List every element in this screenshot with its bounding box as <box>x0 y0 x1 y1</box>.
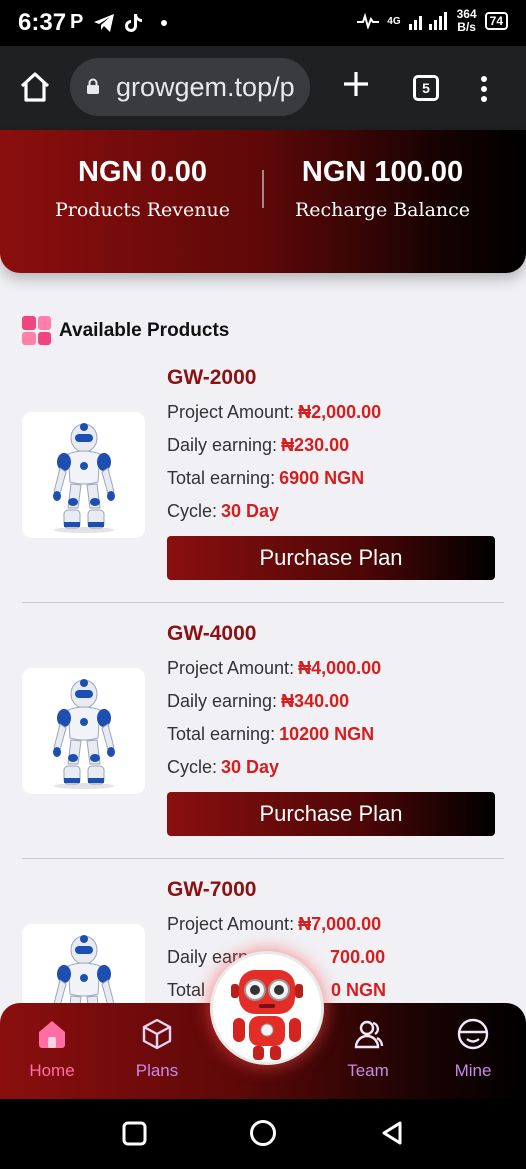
robot-image <box>52 422 116 534</box>
recharge-balance-value: NGN 100.00 <box>301 156 464 188</box>
cycle-label: Cycle: <box>167 757 218 777</box>
product-image <box>22 668 145 794</box>
project-amount-line: Project Amount: ₦2,000.00 <box>167 396 497 429</box>
daily-earning-label: Daily earning: <box>167 691 278 711</box>
daily-earning-line: Daily earn 700.00 <box>167 941 497 974</box>
daily-earning-line: Daily earning: ₦340.00 <box>167 685 497 718</box>
home-circle-icon[interactable] <box>249 1119 277 1147</box>
daily-earning-value: ₦230.00 <box>281 435 350 455</box>
status-time: 6:37 <box>18 9 67 36</box>
robot-center-button[interactable] <box>210 951 324 1065</box>
telegram-icon <box>94 13 115 32</box>
project-amount-label: Project Amount: <box>167 658 295 678</box>
nav-home[interactable]: Home <box>12 1017 92 1081</box>
product-card: GW-4000 Project Amount: ₦4,000.00 Daily e… <box>22 622 504 878</box>
cycle-value: 30 Day <box>221 501 280 521</box>
cube-icon <box>142 1018 172 1050</box>
address-bar[interactable]: growgem.top/p <box>70 58 310 116</box>
status-bar: 6:37 P 4G 364 B/s 74 <box>0 0 526 46</box>
product-name: GW-2000 <box>167 366 257 389</box>
total-earning-value: 0 NGN <box>331 980 387 1000</box>
tab-switcher-button[interactable]: 5 <box>413 75 439 101</box>
home-icon[interactable] <box>18 70 52 104</box>
nav-home-label: Home <box>29 1061 75 1080</box>
project-amount-label: Project Amount: <box>167 402 295 422</box>
p-notification-icon: P <box>70 11 84 33</box>
status-right: 4G 364 B/s 74 <box>357 8 508 34</box>
cycle-value: 30 Day <box>221 757 280 777</box>
red-robot-icon <box>231 970 303 1060</box>
project-amount-value: ₦7,000.00 <box>298 914 382 934</box>
lock-icon <box>87 78 99 94</box>
net-speed: 364 B/s <box>457 8 477 34</box>
product-name: GW-7000 <box>167 878 257 901</box>
nav-mine[interactable]: Mine <box>433 1017 513 1081</box>
nav-plans-label: Plans <box>135 1061 179 1080</box>
product-name: GW-4000 <box>167 622 257 645</box>
recharge-balance-label: Recharge Balance <box>294 199 471 221</box>
daily-earning-line: Daily earning: ₦230.00 <box>167 429 497 462</box>
more-menu-icon[interactable] <box>476 74 492 104</box>
product-info: GW-2000 Project Amount: ₦2,000.00 Daily e… <box>167 366 497 528</box>
cycle-line: Cycle: 30 Day <box>167 751 497 784</box>
total-earning-label: Total earning: <box>167 724 276 744</box>
product-info: GW-4000 Project Amount: ₦4,000.00 Daily e… <box>167 622 497 784</box>
cycle-label: Cycle: <box>167 501 218 521</box>
total-earning-label: Total <box>167 980 206 1000</box>
new-tab-icon[interactable] <box>340 68 372 100</box>
net-speed-unit: B/s <box>457 20 476 34</box>
product-card: GW-2000 Project Amount: ₦2,000.00 Daily e… <box>22 366 504 622</box>
robot-image <box>52 678 116 790</box>
daily-earning-value: ₦340.00 <box>281 691 350 711</box>
tiktok-icon <box>125 13 143 32</box>
daily-earning-value: 700.00 <box>330 947 386 967</box>
project-amount-line: Project Amount: ₦4,000.00 <box>167 652 497 685</box>
total-earning-value: 6900 NGN <box>279 468 365 488</box>
total-earning-line: Total earning: 10200 NGN <box>167 718 497 751</box>
browser-toolbar: growgem.top/p 5 <box>0 46 526 130</box>
total-earning-line: Total earning: 6900 NGN <box>167 462 497 495</box>
products-revenue-label: Products Revenue <box>54 199 231 221</box>
url-text: growgem.top/p <box>116 72 295 102</box>
section-header: Available Products <box>22 316 229 345</box>
nav-plans[interactable]: Plans <box>117 1017 197 1081</box>
stat-divider <box>262 170 264 208</box>
network-type: 4G <box>387 15 401 27</box>
balance-header: NGN 0.00 Products Revenue NGN 100.00 Rec… <box>0 130 526 273</box>
recents-icon[interactable] <box>122 1121 147 1146</box>
project-amount-value: ₦2,000.00 <box>298 402 382 422</box>
section-title: Available Products <box>59 319 230 341</box>
back-icon[interactable] <box>380 1120 404 1146</box>
activity-icon <box>357 13 380 29</box>
team-icon <box>354 1020 384 1049</box>
recharge-balance-stat: NGN 100.00 Recharge Balance <box>270 156 495 221</box>
battery-indicator: 74 <box>484 12 508 30</box>
cycle-line: Cycle: 30 Day <box>167 495 497 528</box>
purchase-plan-button[interactable]: Purchase Plan <box>167 792 495 836</box>
nav-team[interactable]: Team <box>328 1017 408 1081</box>
product-divider <box>22 602 504 603</box>
grid-icon <box>22 316 51 345</box>
project-amount-line: Project Amount: ₦7,000.00 <box>167 908 497 941</box>
project-amount-label: Project Amount: <box>167 914 295 934</box>
product-image <box>22 412 145 538</box>
system-navigation-bar <box>0 1099 526 1169</box>
project-amount-value: ₦4,000.00 <box>298 658 382 678</box>
more-notifications-dot <box>161 19 168 26</box>
nav-mine-label: Mine <box>454 1061 492 1080</box>
status-notification-icons: P <box>70 11 168 34</box>
products-revenue-value: NGN 0.00 <box>78 156 207 188</box>
product-divider <box>22 858 504 859</box>
face-icon <box>457 1018 489 1050</box>
products-revenue-stat: NGN 0.00 Products Revenue <box>30 156 255 221</box>
nav-team-label: Team <box>347 1061 389 1080</box>
signal-icon <box>408 12 447 30</box>
purchase-plan-button[interactable]: Purchase Plan <box>167 536 495 580</box>
total-earning-value: 10200 NGN <box>279 724 375 744</box>
total-earning-label: Total earning: <box>167 468 276 488</box>
daily-earning-label: Daily earning: <box>167 435 278 455</box>
home-icon <box>39 1021 65 1048</box>
